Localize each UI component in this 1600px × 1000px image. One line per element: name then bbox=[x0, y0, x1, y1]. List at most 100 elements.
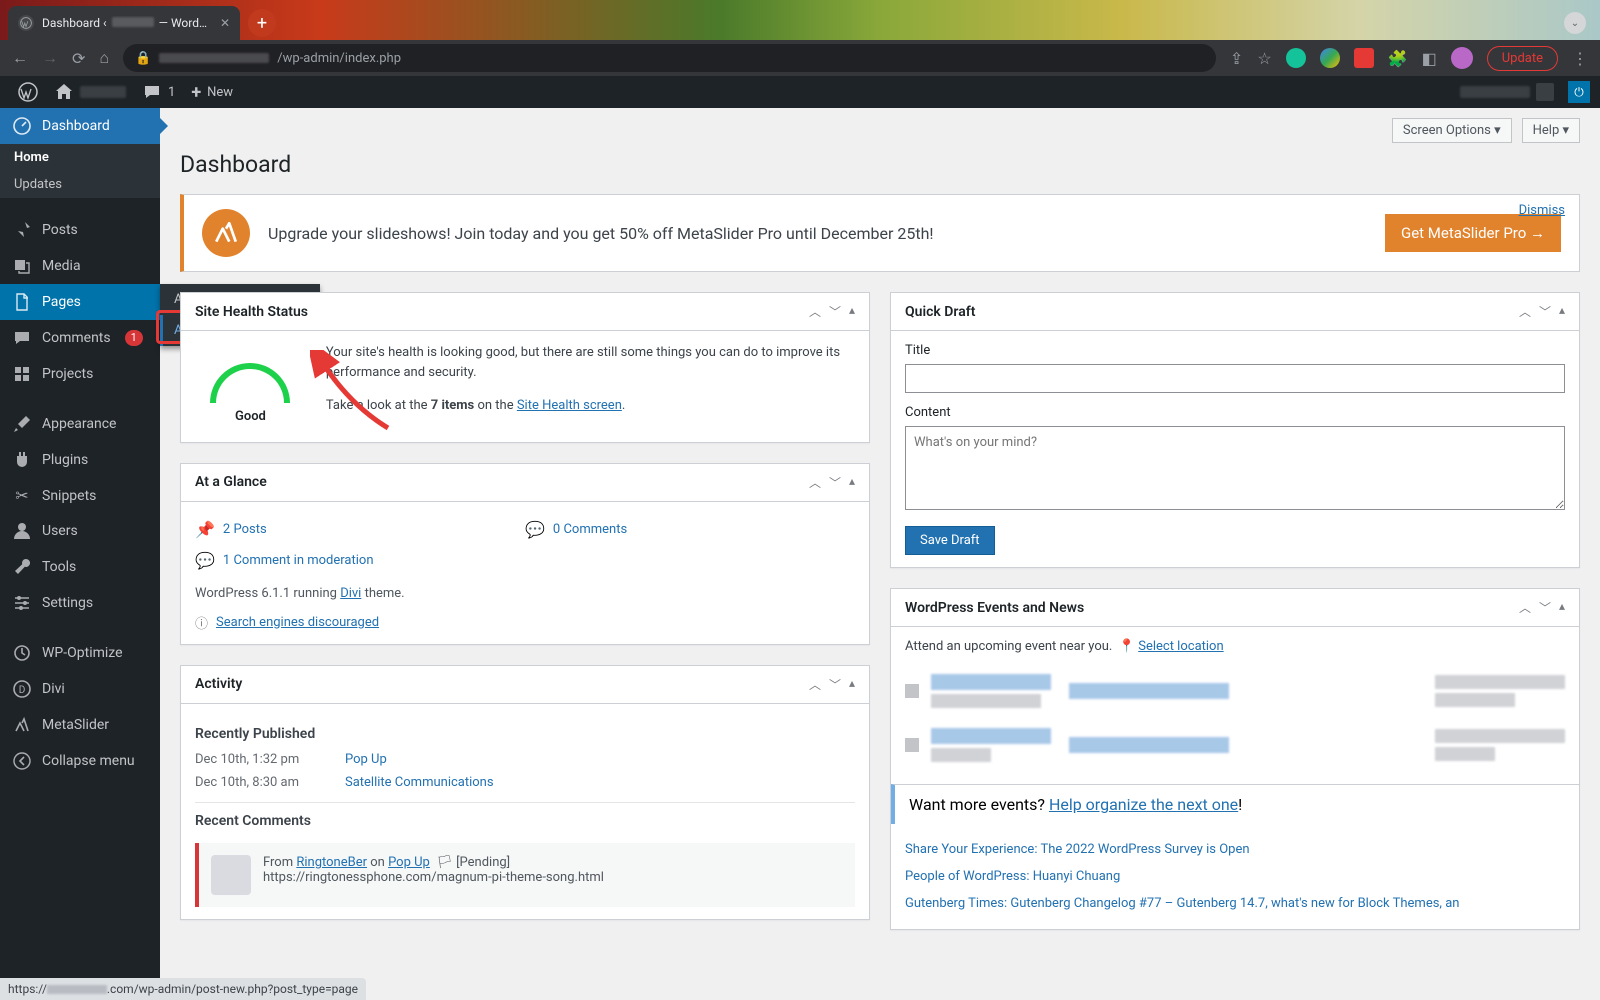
move-down-icon[interactable]: ﹀ bbox=[829, 474, 841, 491]
save-draft-button[interactable]: Save Draft bbox=[905, 526, 995, 555]
sidebar-item-media[interactable]: Media bbox=[0, 248, 160, 284]
grid-icon bbox=[12, 364, 32, 384]
toggle-icon[interactable]: ▴ bbox=[1559, 303, 1565, 320]
reload-button[interactable]: ⟳ bbox=[72, 49, 85, 68]
move-down-icon[interactable]: ﹀ bbox=[829, 303, 841, 320]
sidebar-item-snippets[interactable]: ✂Snippets bbox=[0, 478, 160, 513]
activity-post-link[interactable]: Pop Up bbox=[345, 752, 387, 767]
toggle-icon[interactable]: ▴ bbox=[1559, 599, 1565, 616]
sidebar-label: Settings bbox=[42, 595, 93, 611]
home-button[interactable]: ⌂ bbox=[99, 48, 109, 68]
theme-link[interactable]: Divi bbox=[340, 586, 361, 601]
extension-drive-icon[interactable] bbox=[1320, 48, 1340, 68]
news-link[interactable]: Gutenberg Times: Gutenberg Changelog #77… bbox=[905, 890, 1565, 917]
sidebar-label: Snippets bbox=[42, 488, 96, 504]
sidebar-item-posts[interactable]: Posts bbox=[0, 212, 160, 248]
side-panel-icon[interactable]: ◧ bbox=[1422, 49, 1437, 68]
move-down-icon[interactable]: ﹀ bbox=[829, 676, 841, 693]
close-tab-icon[interactable]: ✕ bbox=[220, 16, 230, 30]
sidebar-item-pages[interactable]: Pages All Pages Add New bbox=[0, 284, 160, 320]
move-down-icon[interactable]: ﹀ bbox=[1539, 599, 1551, 616]
site-home-link[interactable] bbox=[46, 76, 134, 108]
draft-title-input[interactable] bbox=[905, 364, 1565, 393]
divi-icon: D bbox=[12, 679, 32, 699]
metaslider-cta-button[interactable]: Get MetaSlider Pro → bbox=[1385, 214, 1561, 252]
news-link[interactable]: Share Your Experience: The 2022 WordPres… bbox=[905, 836, 1565, 863]
toggle-icon[interactable]: ▴ bbox=[849, 303, 855, 320]
wp-admin-bar: 1 + New ⏻ bbox=[0, 76, 1600, 108]
toggle-icon[interactable]: ▴ bbox=[849, 676, 855, 693]
sidebar-label: WP-Optimize bbox=[42, 645, 123, 661]
search-engines-link[interactable]: Search engines discouraged bbox=[216, 615, 379, 630]
sidebar-item-plugins[interactable]: Plugins bbox=[0, 442, 160, 478]
logout-icon[interactable]: ⏻ bbox=[1568, 81, 1590, 103]
sidebar-collapse[interactable]: Collapse menu bbox=[0, 743, 160, 779]
help-organize-link[interactable]: Help organize the next one bbox=[1049, 795, 1238, 814]
help-tab[interactable]: Help ▾ bbox=[1522, 118, 1580, 143]
back-button[interactable]: ← bbox=[12, 48, 28, 68]
move-up-icon[interactable]: ︿ bbox=[1519, 599, 1531, 616]
circle-arrow-icon bbox=[12, 643, 32, 663]
comment-post-link[interactable]: Pop Up bbox=[388, 855, 430, 870]
browser-tab-active[interactable]: Dashboard ‹ — WordP… ✕ bbox=[8, 6, 240, 40]
sidebar-item-metaslider[interactable]: MetaSlider bbox=[0, 707, 160, 743]
profile-avatar[interactable] bbox=[1451, 47, 1473, 69]
forward-button[interactable]: → bbox=[42, 48, 58, 68]
extensions-puzzle-icon[interactable]: 🧩 bbox=[1388, 49, 1408, 68]
extension-red-icon[interactable] bbox=[1354, 48, 1374, 68]
wordpress-favicon bbox=[18, 15, 34, 31]
flag-icon: 🏳 bbox=[436, 855, 453, 870]
activity-post-link[interactable]: Satellite Communications bbox=[345, 775, 494, 790]
bookmark-star-icon[interactable]: ☆ bbox=[1257, 49, 1271, 68]
health-gauge: Good bbox=[195, 343, 306, 424]
extension-grammarly-icon[interactable] bbox=[1286, 48, 1306, 68]
tab-overflow-icon[interactable]: ⌄ bbox=[1564, 12, 1586, 34]
news-link[interactable]: People of WordPress: Huanyi Chuang bbox=[905, 863, 1565, 890]
sidebar-item-users[interactable]: Users bbox=[0, 513, 160, 549]
browser-update-button[interactable]: Update bbox=[1487, 46, 1558, 71]
glance-posts-link[interactable]: 2 Posts bbox=[223, 522, 267, 537]
sidebar-sub-home[interactable]: Home bbox=[0, 144, 160, 171]
sidebar-item-tools[interactable]: Tools bbox=[0, 549, 160, 585]
sidebar-item-divi[interactable]: DDivi bbox=[0, 671, 160, 707]
sidebar-item-wpoptimize[interactable]: WP-Optimize bbox=[0, 635, 160, 671]
comment-author-link[interactable]: RingtoneBer bbox=[296, 855, 367, 870]
comments-bubble[interactable]: 1 bbox=[134, 76, 183, 108]
draft-content-textarea[interactable] bbox=[905, 426, 1565, 510]
chrome-menu-icon[interactable]: ⋮ bbox=[1572, 49, 1588, 68]
notice-dismiss-link[interactable]: Dismiss bbox=[1519, 203, 1565, 218]
wp-logo-menu[interactable] bbox=[10, 76, 46, 108]
sidebar-item-dashboard[interactable]: Dashboard bbox=[0, 108, 160, 144]
pending-label: [Pending] bbox=[456, 855, 510, 870]
move-up-icon[interactable]: ︿ bbox=[1519, 303, 1531, 320]
move-up-icon[interactable]: ︿ bbox=[809, 303, 821, 320]
screen-options-tab[interactable]: Screen Options ▾ bbox=[1392, 118, 1512, 143]
sidebar-item-comments[interactable]: Comments1 bbox=[0, 320, 160, 356]
sidebar-item-projects[interactable]: Projects bbox=[0, 356, 160, 392]
brush-icon bbox=[12, 414, 32, 434]
address-bar[interactable]: 🔒 /wp-admin/index.php bbox=[123, 44, 1216, 72]
move-up-icon[interactable]: ︿ bbox=[809, 676, 821, 693]
new-tab-button[interactable]: + bbox=[248, 9, 276, 37]
move-down-icon[interactable]: ﹀ bbox=[1539, 303, 1551, 320]
sidebar-sub-updates[interactable]: Updates bbox=[0, 171, 160, 198]
site-health-link[interactable]: Site Health screen bbox=[517, 398, 622, 413]
draft-content-label: Content bbox=[905, 405, 1565, 420]
sidebar-label: Dashboard bbox=[42, 118, 110, 134]
glance-comments-link[interactable]: 0 Comments bbox=[553, 522, 627, 537]
page-icon bbox=[12, 292, 32, 312]
box-title: At a Glance bbox=[195, 474, 267, 490]
sidebar-item-appearance[interactable]: Appearance bbox=[0, 406, 160, 442]
select-location-link[interactable]: Select location bbox=[1138, 639, 1223, 654]
share-icon[interactable]: ⇪ bbox=[1230, 49, 1243, 68]
recent-comments-heading: Recent Comments bbox=[195, 802, 855, 835]
sidebar-label: Comments bbox=[42, 330, 111, 346]
glance-moderation-link[interactable]: 1 Comment in moderation bbox=[223, 553, 374, 568]
sidebar-item-settings[interactable]: Settings bbox=[0, 585, 160, 621]
move-up-icon[interactable]: ︿ bbox=[809, 474, 821, 491]
user-greeting[interactable] bbox=[1452, 76, 1562, 108]
sidebar-label: Projects bbox=[42, 366, 93, 382]
location-pin-icon[interactable]: 📍 bbox=[1119, 639, 1135, 654]
new-content-menu[interactable]: + New bbox=[183, 76, 241, 108]
toggle-icon[interactable]: ▴ bbox=[849, 474, 855, 491]
